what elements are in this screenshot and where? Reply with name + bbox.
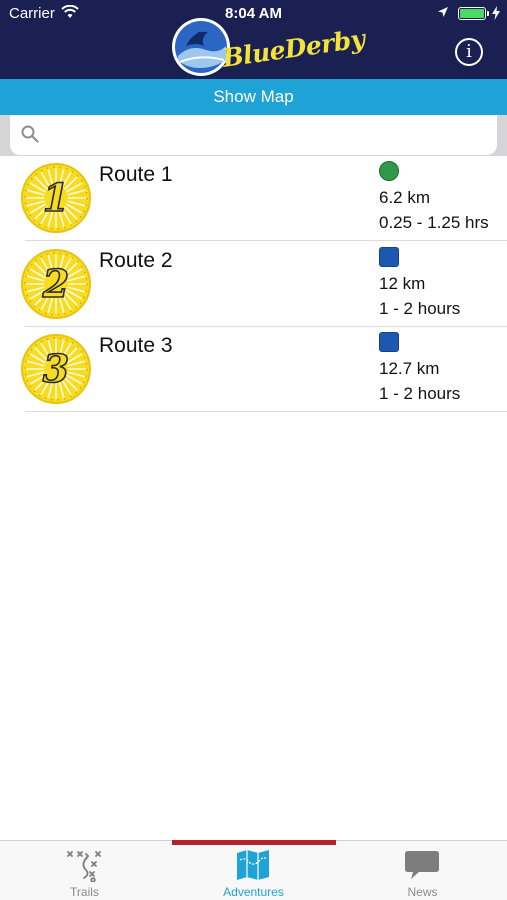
blue-derby-logo: BlueDerby (170, 16, 366, 78)
blue-square-icon (379, 246, 399, 267)
route-number-badge: 1 (21, 163, 91, 233)
charging-bolt-icon (492, 6, 500, 20)
tab-label: Adventures (223, 885, 284, 899)
badge-number: 1 (43, 175, 69, 220)
route-title: Route 1 (99, 163, 173, 186)
app-header: Carrier 8:04 AM BlueDerby i (0, 0, 507, 79)
tab-news[interactable]: News (338, 841, 507, 900)
route-distance: 12.7 km (379, 359, 440, 378)
route-title: Route 3 (99, 334, 173, 357)
green-circle-icon (379, 161, 399, 181)
row-divider (25, 411, 507, 412)
speech-bubble-icon (405, 851, 439, 879)
route-row[interactable]: 1 Route 1 6.2 km 0.25 - 1.25 hrs (0, 155, 507, 241)
search-input[interactable] (44, 123, 484, 147)
route-number-badge: 3 (21, 334, 91, 404)
route-row[interactable]: 3 Route 3 12.7 km 1 - 2 hours (0, 326, 507, 412)
route-number-badge: 2 (21, 248, 91, 319)
route-duration: 1 - 2 hours (379, 384, 461, 403)
tab-label: Trails (70, 885, 99, 899)
tab-bar: Trails Adventures News (0, 840, 507, 900)
tab-adventures[interactable]: Adventures (169, 841, 338, 900)
battery-cap (487, 11, 489, 16)
route-duration: 0.25 - 1.25 hrs (379, 213, 489, 232)
tab-trails[interactable]: Trails (0, 841, 169, 900)
location-arrow-icon (438, 7, 448, 17)
show-map-button[interactable]: Show Map (0, 79, 507, 115)
info-button[interactable]: i (455, 38, 483, 66)
search-icon (21, 125, 39, 143)
route-title: Route 2 (99, 248, 173, 272)
logo-wordmark: BlueDerby (220, 24, 367, 73)
trails-icon (67, 851, 101, 882)
badge-number: 3 (43, 346, 69, 391)
route-distance: 12 km (379, 273, 426, 293)
badge-number: 2 (42, 261, 69, 306)
tab-label: News (407, 885, 438, 899)
map-icon (237, 850, 269, 880)
active-tab-indicator (172, 840, 336, 845)
route-duration: 1 - 2 hours (379, 298, 461, 318)
battery-icon (458, 7, 486, 20)
route-row[interactable]: 2 Route 2 12 km 1 - 2 hours (0, 241, 507, 327)
blue-square-icon (379, 332, 399, 352)
route-distance: 6.2 km (379, 188, 431, 207)
